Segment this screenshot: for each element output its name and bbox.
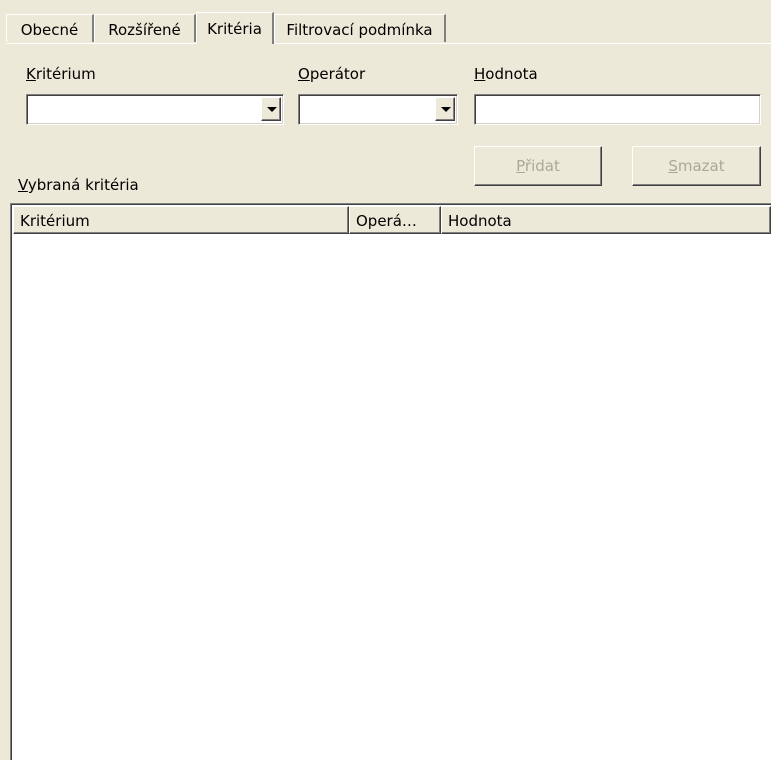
tab-separator bbox=[6, 43, 771, 44]
criterion-dropdown-button[interactable] bbox=[261, 97, 281, 121]
chevron-down-icon bbox=[267, 107, 277, 112]
tab-criteria[interactable]: Kritéria bbox=[196, 12, 274, 44]
criterion-label: Kritérium bbox=[26, 65, 96, 83]
operator-combo[interactable] bbox=[298, 94, 458, 125]
value-label: Hodnota bbox=[474, 65, 538, 83]
criterion-combo[interactable] bbox=[26, 94, 284, 125]
tab-general-label: Obecné bbox=[20, 21, 79, 39]
add-button[interactable]: Přidat bbox=[474, 146, 602, 186]
operator-label: Operátor bbox=[298, 65, 366, 83]
tab-advanced[interactable]: Rozšířené bbox=[94, 14, 196, 42]
column-header-value[interactable]: Hodnota bbox=[441, 206, 771, 234]
value-input[interactable] bbox=[474, 94, 761, 125]
tab-general[interactable]: Obecné bbox=[6, 14, 94, 42]
operator-dropdown-button[interactable] bbox=[435, 97, 455, 121]
column-header-operator[interactable]: Operá… bbox=[349, 206, 441, 234]
column-header-criterion[interactable]: Kritérium bbox=[13, 206, 349, 234]
tab-criteria-label: Kritéria bbox=[207, 20, 262, 38]
chevron-down-icon bbox=[441, 107, 451, 112]
tab-filter-condition[interactable]: Filtrovací podmínka bbox=[274, 14, 446, 42]
tab-filter-condition-label: Filtrovací podmínka bbox=[286, 21, 433, 39]
criteria-dialog: Obecné Rozšířené Kritéria Filtrovací pod… bbox=[0, 0, 771, 760]
tab-advanced-label: Rozšířené bbox=[108, 21, 181, 39]
criteria-list[interactable]: Kritérium Operá… Hodnota bbox=[10, 203, 771, 760]
delete-button[interactable]: Smazat bbox=[632, 146, 761, 186]
list-header: Kritérium Operá… Hodnota bbox=[13, 206, 771, 234]
selected-criteria-label: Vybraná kritéria bbox=[18, 176, 139, 194]
